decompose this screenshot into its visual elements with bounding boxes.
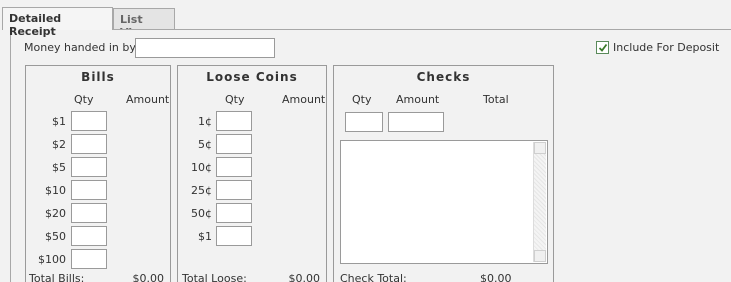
coins-row-label: 10¢ (191, 161, 212, 174)
tab-detailed-receipt-label: Detailed Receipt (9, 12, 62, 38)
bills-qty-header: Qty (74, 93, 94, 106)
coins-row-label: 1¢ (198, 115, 212, 128)
tab-list-view[interactable]: List View (113, 8, 175, 39)
scroll-up-button[interactable] (534, 142, 546, 154)
bills-qty-100[interactable] (71, 249, 107, 269)
include-deposit-checkbox[interactable] (596, 41, 609, 54)
scroll-down-button[interactable] (534, 250, 546, 262)
tab-detailed-receipt[interactable]: Detailed Receipt (2, 7, 113, 38)
money-handed-label: Money handed in by: (24, 41, 139, 54)
bills-qty-10[interactable] (71, 180, 107, 200)
bills-title: Bills (81, 70, 115, 84)
checks-amount-input[interactable] (388, 112, 444, 132)
coins-qty-50c[interactable] (216, 203, 252, 223)
include-deposit-label: Include For Deposit (613, 41, 720, 54)
bills-amount-header: Amount (126, 93, 170, 106)
checks-title: Checks (416, 70, 471, 84)
checks-total-value: $0.00 (480, 272, 512, 282)
bills-row-label: $100 (38, 253, 66, 266)
bills-qty-50[interactable] (71, 226, 107, 246)
checks-qty-header: Qty (352, 93, 372, 106)
checkmark-icon (598, 43, 608, 52)
bills-total-value: $0.00 (132, 272, 165, 282)
receipt-panel: Money handed in by: Include For Deposit … (10, 29, 731, 282)
bills-qty-1[interactable] (71, 111, 107, 131)
coins-row-label: $1 (198, 230, 212, 243)
bills-qty-5[interactable] (71, 157, 107, 177)
coins-total-value: $0.00 (288, 272, 321, 282)
bills-total-label: Total Bills: (29, 272, 85, 282)
bills-box: Bills Qty Amount $1 $2 $5 $10 $20 $50 $1… (25, 65, 171, 282)
checks-list-scrollbar[interactable] (533, 142, 546, 262)
coins-qty-10c[interactable] (216, 157, 252, 177)
bills-row-label: $5 (52, 161, 66, 174)
coins-amount-header: Amount (282, 93, 326, 106)
coins-row-label: 5¢ (198, 138, 212, 151)
coins-qty-1d[interactable] (216, 226, 252, 246)
bills-row-label: $1 (52, 115, 66, 128)
checks-qty-input[interactable] (345, 112, 383, 132)
checks-total-header: Total (483, 93, 509, 106)
bills-qty-20[interactable] (71, 203, 107, 223)
money-handed-input[interactable] (135, 38, 275, 58)
checks-total-label: Check Total: (340, 272, 407, 282)
checks-box: Checks Qty Amount Total Check Total: $0.… (333, 65, 554, 282)
coins-qty-5c[interactable] (216, 134, 252, 154)
loose-coins-title: Loose Coins (206, 70, 298, 84)
bills-row-label: $20 (45, 207, 66, 220)
bills-qty-2[interactable] (71, 134, 107, 154)
coins-total-label: Total Loose: (182, 272, 247, 282)
coins-row-label: 25¢ (191, 184, 212, 197)
bills-row-label: $2 (52, 138, 66, 151)
bills-row-label: $50 (45, 230, 66, 243)
coins-row-label: 50¢ (191, 207, 212, 220)
coins-qty-1c[interactable] (216, 111, 252, 131)
coins-qty-header: Qty (225, 93, 245, 106)
loose-coins-box: Loose Coins Qty Amount 1¢ 5¢ 10¢ 25¢ 50¢… (177, 65, 327, 282)
coins-qty-25c[interactable] (216, 180, 252, 200)
checks-list[interactable] (340, 140, 548, 264)
bills-row-label: $10 (45, 184, 66, 197)
checks-amount-header: Amount (396, 93, 440, 106)
